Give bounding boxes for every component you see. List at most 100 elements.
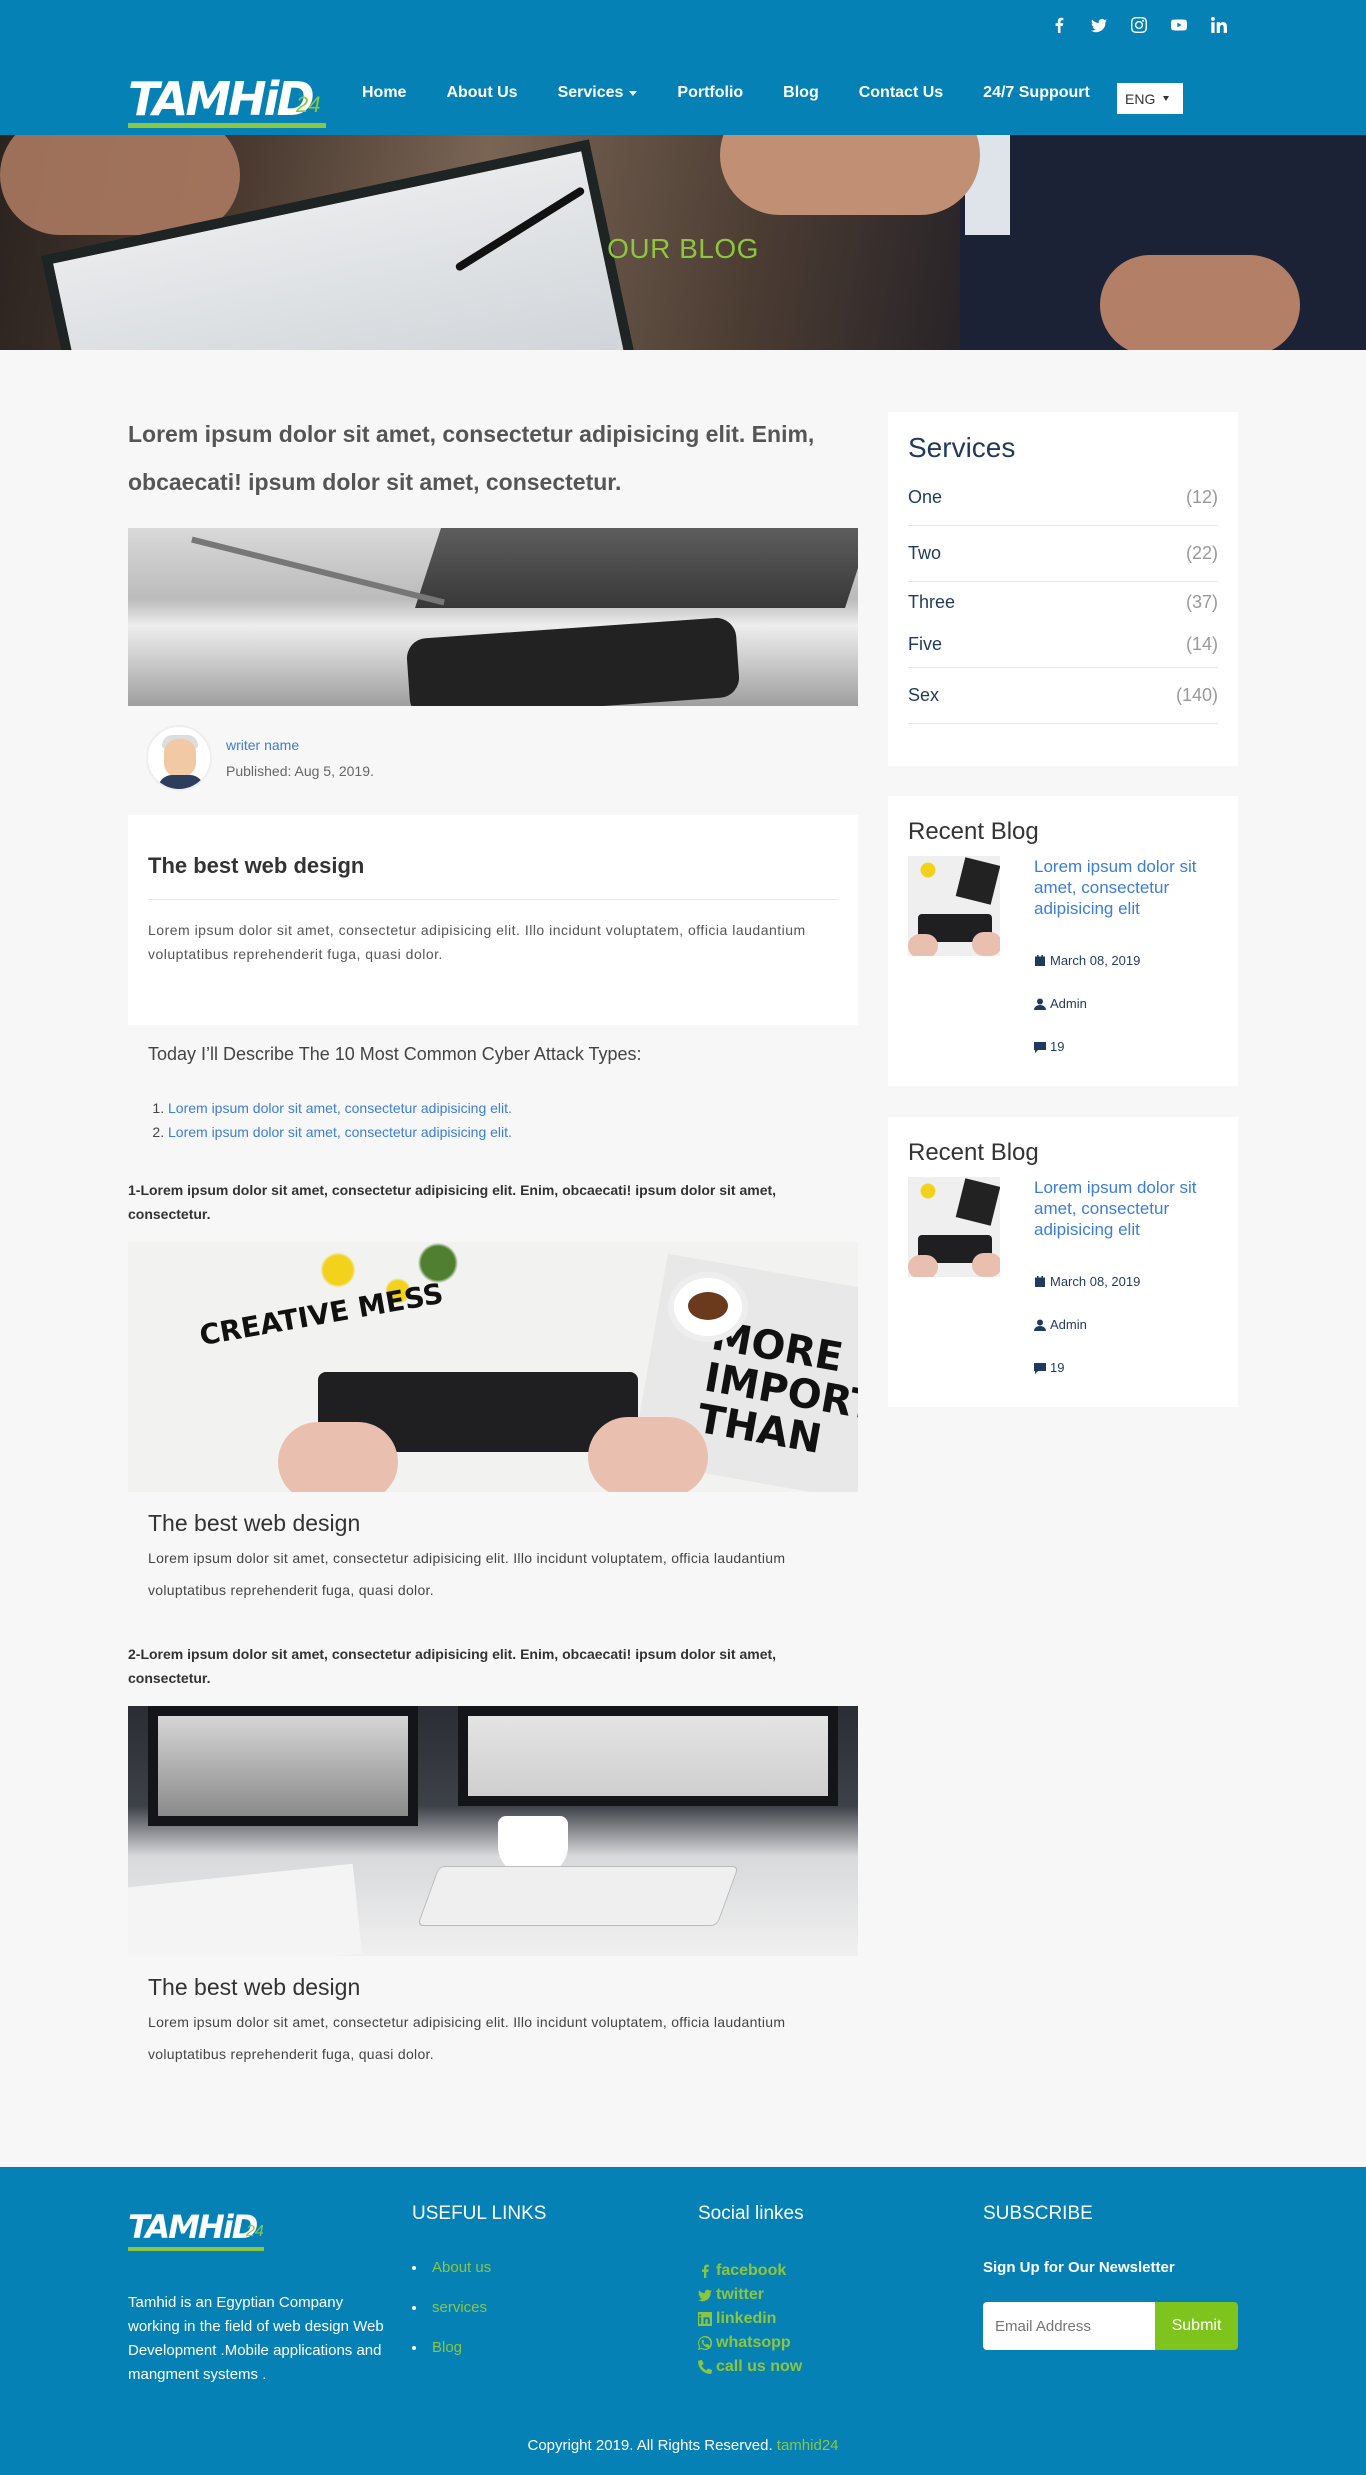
footer-link[interactable]: services [432, 2299, 487, 2316]
author-info: writer name Published: Aug 5, 2019. [226, 737, 374, 779]
footer-link[interactable]: About us [432, 2259, 491, 2276]
facebook-icon[interactable] [1050, 16, 1068, 34]
youtube-icon[interactable] [1170, 16, 1188, 34]
recent-blog-thumbnail[interactable] [908, 856, 1000, 956]
logo-text: TAMHiD [128, 72, 315, 126]
nav-about[interactable]: About Us [446, 84, 517, 102]
service-item[interactable]: Five (14) [908, 622, 1218, 668]
footer-social-links: facebook twitter linkedin whatsopp call … [698, 2259, 802, 2379]
image-monitor [148, 1706, 418, 1826]
post-describe: Today I’ll Describe The 10 Most Common C… [148, 1044, 642, 1064]
post-list: Lorem ipsum dolor sit amet, consectetur … [168, 1096, 512, 1144]
footer-about: Tamhid is an Egyptian Company working in… [128, 2294, 384, 2383]
meta-author-value[interactable]: Admin [1050, 996, 1087, 1011]
meta-date-value: March 08, 2019 [1050, 1274, 1141, 1289]
recent-blog-link[interactable]: Lorem ipsum dolor sit amet, consectetur … [1034, 1177, 1218, 1240]
recent-blog-title: Recent Blog [908, 818, 1039, 845]
footer-link-item: About us [412, 2259, 491, 2299]
list-item: Lorem ipsum dolor sit amet, consectetur … [168, 1096, 512, 1120]
list-item-link[interactable]: Lorem ipsum dolor sit amet, consectetur … [168, 1100, 512, 1116]
post-featured-image [128, 528, 858, 706]
blog-post: Lorem ipsum dolor sit amet, consectetur … [128, 410, 858, 2062]
recent-blog-widget: Recent Blog Lorem ipsum dolor sit amet, … [888, 1117, 1238, 1407]
service-name: One [908, 487, 943, 507]
section-card-text: Lorem ipsum dolor sit amet, consectetur … [148, 2014, 786, 2062]
recent-blog-thumbnail[interactable] [908, 1177, 1000, 1277]
email-field[interactable] [983, 2302, 1155, 2350]
service-name: Five [908, 634, 943, 654]
thumb-hand [972, 1253, 1000, 1277]
service-count: (12) [1185, 487, 1218, 507]
image-notes [128, 1863, 363, 1956]
logo-underline [128, 123, 326, 128]
facebook-icon [702, 2264, 709, 2278]
footer-logo-text: TAMHiD [128, 2208, 258, 2246]
nav-services-label: Services [557, 84, 624, 101]
nav-home[interactable]: Home [362, 84, 406, 102]
submit-button[interactable]: Submit [1155, 2302, 1238, 2350]
footer-social-linkedin[interactable]: linkedin [698, 2307, 802, 2331]
avatar-suit [158, 775, 204, 789]
thumb-flowers [913, 1182, 943, 1200]
meta-comments: 19 [1034, 1039, 1218, 1054]
language-select[interactable]: ENG [1117, 83, 1183, 114]
instagram-icon[interactable] [1130, 16, 1148, 34]
service-item[interactable]: Sex (140) [908, 668, 1218, 724]
comment-icon [1034, 1041, 1046, 1053]
footer-link[interactable]: Blog [432, 2339, 462, 2356]
avatar-face [164, 739, 196, 777]
footer-logo-subtext: 24 [246, 2223, 264, 2240]
services-widget: Services One (12) Two (22) Three (37) Five (… [888, 412, 1238, 766]
footer-social-whatsapp[interactable]: whatsopp [698, 2331, 802, 2355]
nav-support-label: 24/7 Suppourt [983, 84, 1090, 101]
footer-logo[interactable]: TAMHiD 24 [128, 2207, 268, 2251]
nav-contact[interactable]: Contact Us [859, 84, 943, 102]
intro-title: The best web design [148, 853, 838, 900]
footer-link-item: Blog [412, 2339, 491, 2379]
footer-social-twitter[interactable]: twitter [698, 2283, 802, 2307]
image-hand [278, 1422, 398, 1492]
footer-social-phone[interactable]: call us now [698, 2355, 802, 2379]
nav-services[interactable]: Services [558, 84, 638, 102]
nav-portfolio-label: Portfolio [677, 84, 744, 101]
recent-blog-item: Lorem ipsum dolor sit amet, consectetur … [908, 856, 1218, 1054]
image-monitor [458, 1706, 838, 1806]
avatar [146, 725, 212, 791]
author-name-link[interactable]: writer name [226, 737, 374, 753]
recent-blog-link[interactable]: Lorem ipsum dolor sit amet, consectetur … [1034, 856, 1218, 919]
service-count: (37) [1185, 591, 1218, 612]
footer-social-label: call us now [716, 2358, 803, 2375]
linkedin-icon[interactable] [1210, 16, 1228, 34]
list-item-link[interactable]: Lorem ipsum dolor sit amet, consectetur … [168, 1124, 512, 1140]
service-item[interactable]: Two (22) [908, 526, 1218, 582]
footer-social-facebook[interactable]: facebook [698, 2259, 802, 2283]
service-name: Two [908, 543, 942, 563]
nav-blog[interactable]: Blog [783, 84, 819, 102]
site-logo[interactable]: TAMHiD 24 [128, 68, 328, 130]
service-item[interactable]: Three (37) [908, 582, 1218, 622]
meta-date: March 08, 2019 [1034, 953, 1218, 968]
meta-author-value[interactable]: Admin [1050, 1317, 1087, 1332]
copyright-brand-link[interactable]: tamhid24 [777, 2437, 839, 2454]
section-image-desk [128, 1706, 858, 1956]
recent-blog-meta: March 08, 2019 Admin 19 [1034, 953, 1218, 1054]
nav-support[interactable]: 24/7 Suppourt [983, 84, 1090, 102]
nav-blog-label: Blog [783, 84, 819, 101]
footer-social-label: twitter [716, 2286, 764, 2303]
post-author: writer name Published: Aug 5, 2019. [146, 725, 374, 791]
thumb-hand [972, 932, 1000, 956]
hero-image-hand [1100, 255, 1300, 350]
service-item[interactable]: One (12) [908, 470, 1218, 526]
hero-title: OUR BLOG [607, 233, 759, 264]
section-card-title: The best web design [148, 1974, 361, 2000]
user-icon [1034, 998, 1046, 1010]
twitter-icon[interactable] [1090, 16, 1108, 34]
meta-comments-value: 19 [1050, 1360, 1065, 1375]
thumb-hand [908, 1255, 938, 1277]
hero-image-hand [720, 135, 980, 215]
twitter-icon [698, 2289, 712, 2302]
section-card-title: The best web design [148, 1510, 361, 1536]
nav-portfolio[interactable]: Portfolio [677, 84, 743, 102]
main-nav: Home About Us Services Portfolio Blog Co… [362, 84, 1130, 102]
service-count: (14) [1185, 634, 1218, 654]
